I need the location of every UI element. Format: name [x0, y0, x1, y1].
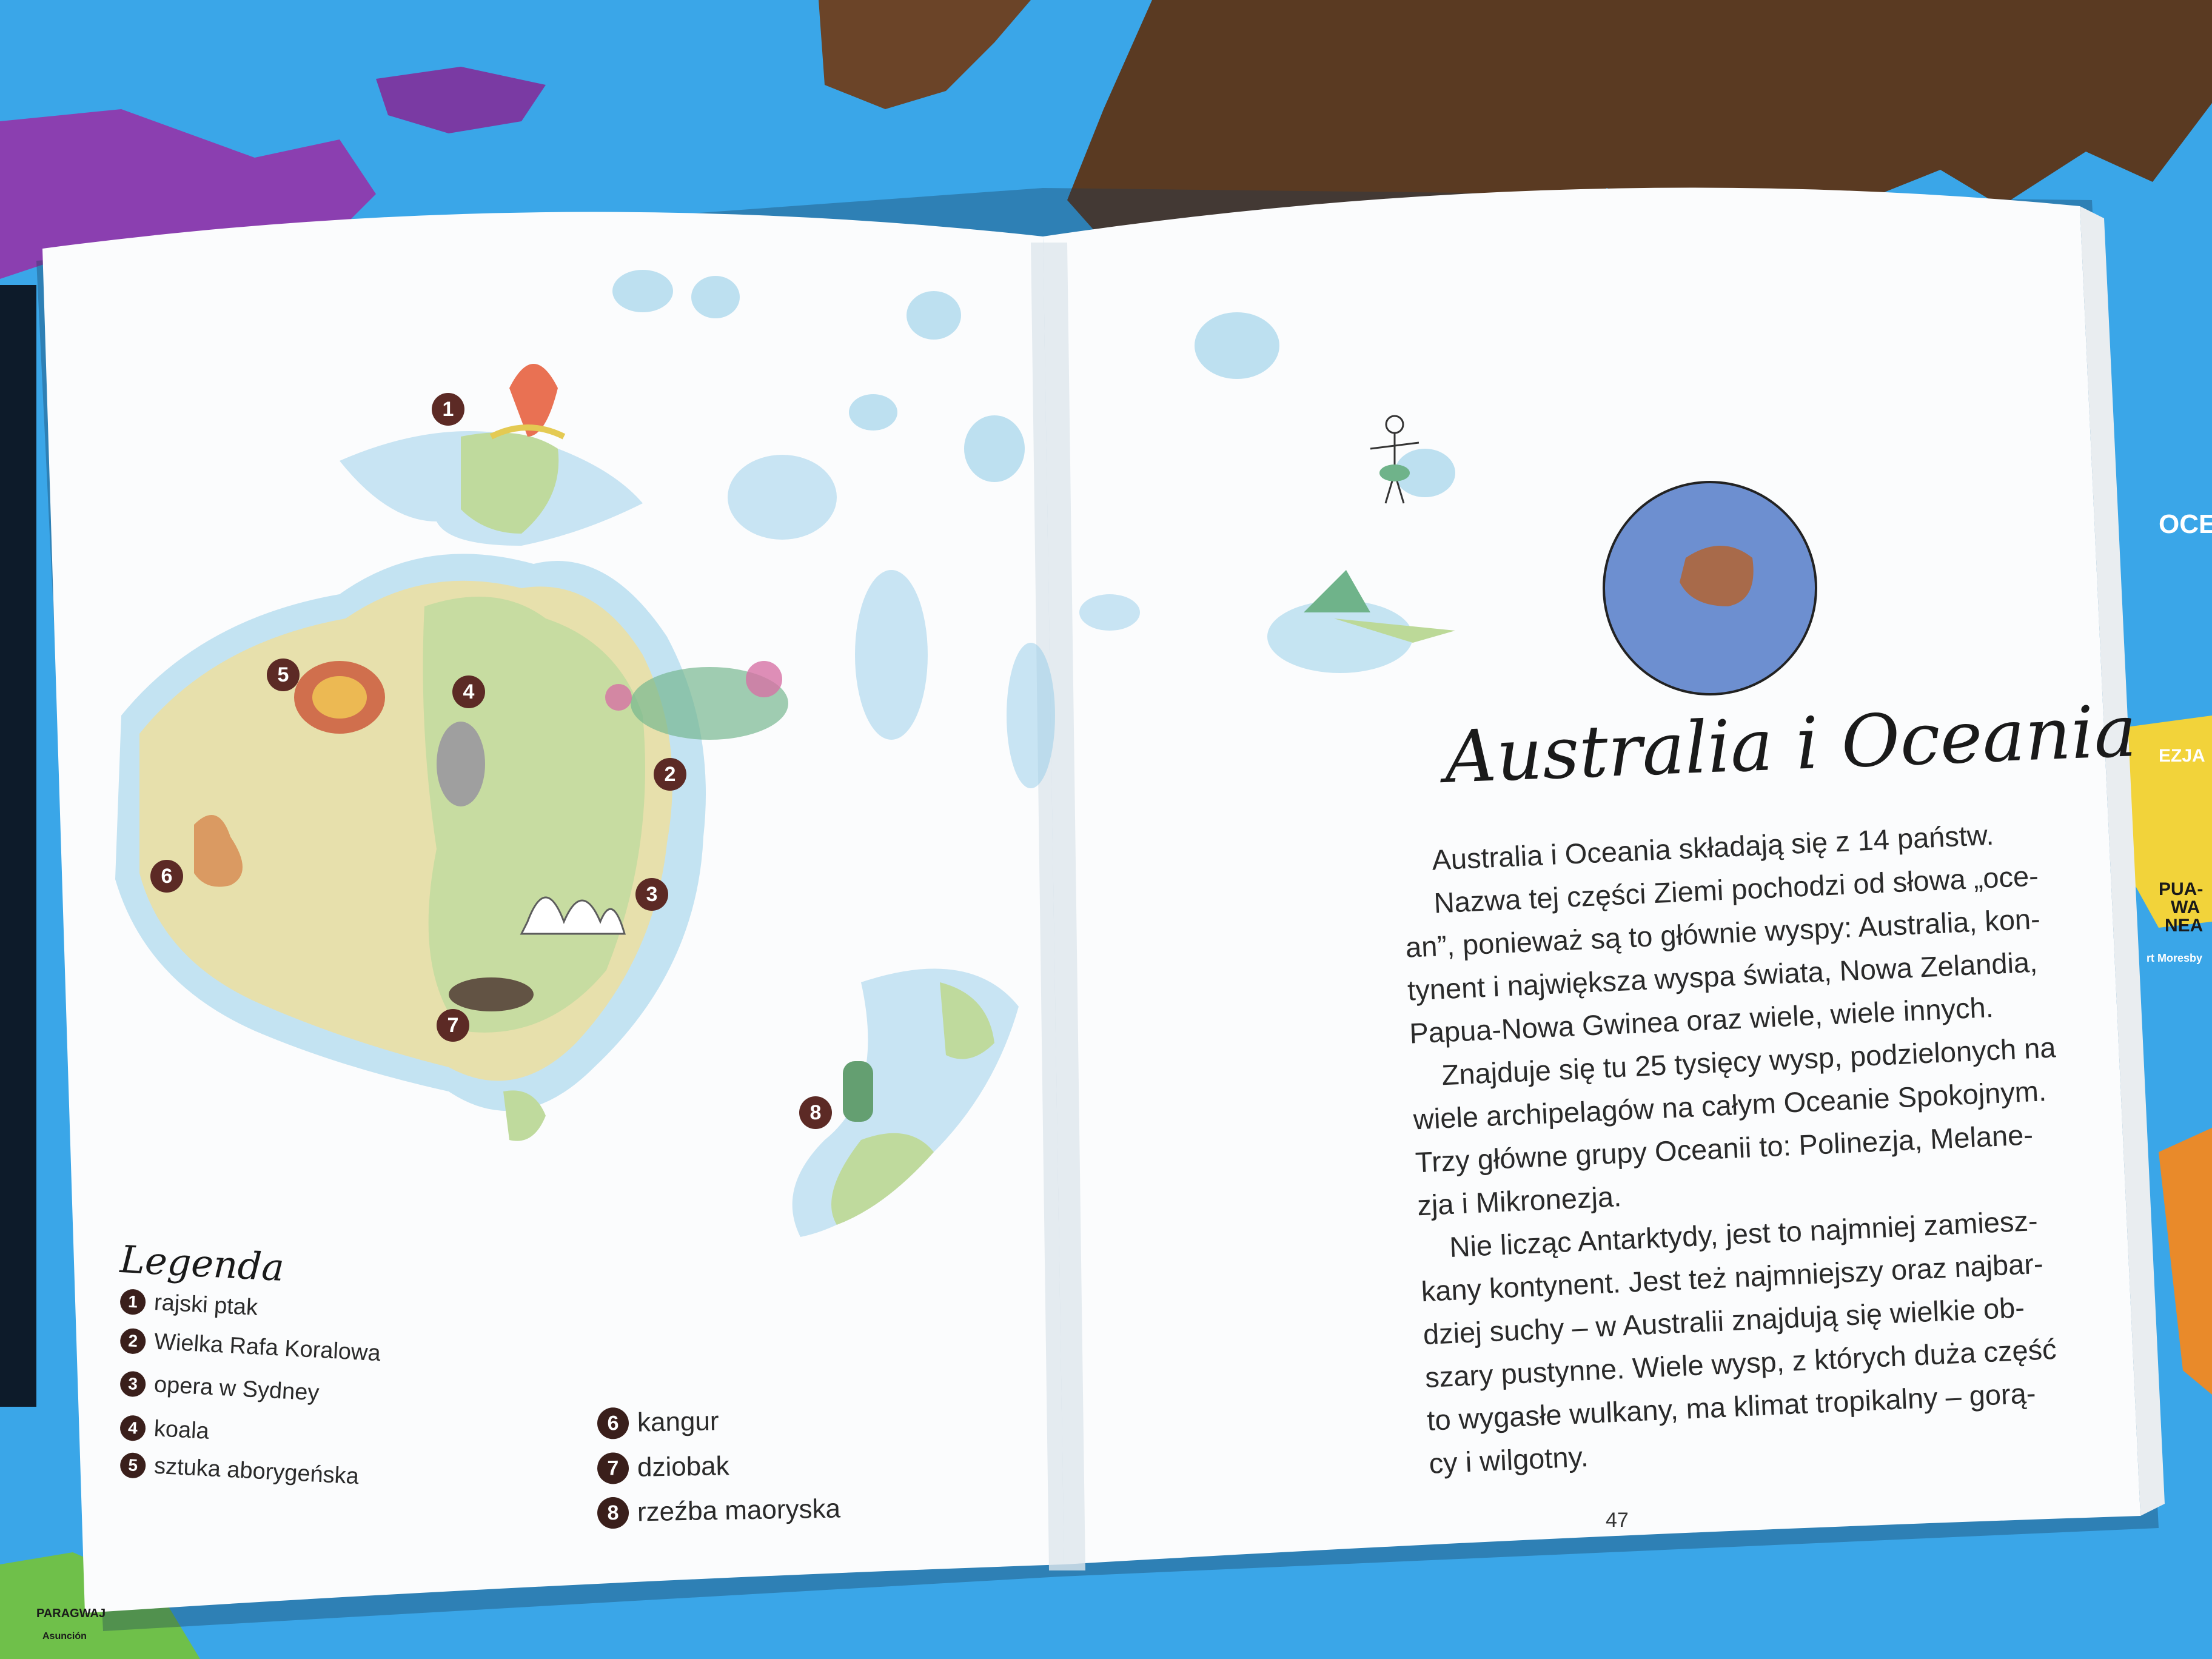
legend-item-8: 8 rzeźba maoryska — [597, 1493, 841, 1529]
legend-item-4: 4 koala — [119, 1414, 210, 1445]
legend-badge: 2 — [119, 1327, 147, 1355]
legend-title: Legenda — [119, 1237, 286, 1290]
legend-badge: 4 — [119, 1414, 147, 1441]
poster-label-papua-a: PUA- — [2159, 879, 2204, 899]
legend-badge: 5 — [119, 1452, 147, 1479]
legend-label: rajski ptak — [153, 1290, 259, 1321]
legend-badge: 1 — [119, 1288, 147, 1315]
map-marker-7: 7 — [437, 1009, 469, 1042]
globe-illustration — [1603, 481, 1817, 695]
legend-item-7: 7 dziobak — [597, 1450, 730, 1484]
map-marker-2: 2 — [654, 758, 686, 791]
legend-label: koala — [153, 1416, 210, 1444]
legend-label: rzeźba maoryska — [637, 1493, 841, 1527]
poster-label-papua-c: NEA — [2165, 916, 2204, 936]
poster-label-paragwaj: PARAGWAJ — [36, 1607, 106, 1620]
map-marker-6: 6 — [150, 860, 183, 893]
map-marker-1: 1 — [432, 393, 464, 426]
legend-badge: 6 — [597, 1407, 629, 1439]
poster-label-moresby: rt Moresby — [2147, 952, 2203, 964]
map-marker-5: 5 — [267, 659, 300, 691]
poster-label-ezja: EZJA — [2159, 746, 2205, 766]
page-number: 47 — [1606, 1509, 1629, 1532]
legend-badge: 3 — [119, 1370, 147, 1398]
legend-badge: 7 — [597, 1452, 629, 1484]
map-marker-4: 4 — [452, 675, 485, 708]
legend-label: kangur — [637, 1406, 719, 1438]
legend-badge: 8 — [597, 1496, 629, 1529]
map-marker-8: 8 — [799, 1096, 832, 1129]
legend-item-6: 6 kangur — [597, 1406, 719, 1439]
poster-label-papua-b: WA — [2171, 897, 2200, 917]
map-marker-3: 3 — [635, 878, 668, 911]
poster-label-ocean: OCEAN — [2159, 509, 2212, 539]
body-text: Australia i Oceania składają się z 14 pa… — [1401, 809, 2096, 1485]
legend-label: dziobak — [637, 1451, 730, 1483]
poster-label-asuncion: Asunción — [42, 1631, 87, 1641]
